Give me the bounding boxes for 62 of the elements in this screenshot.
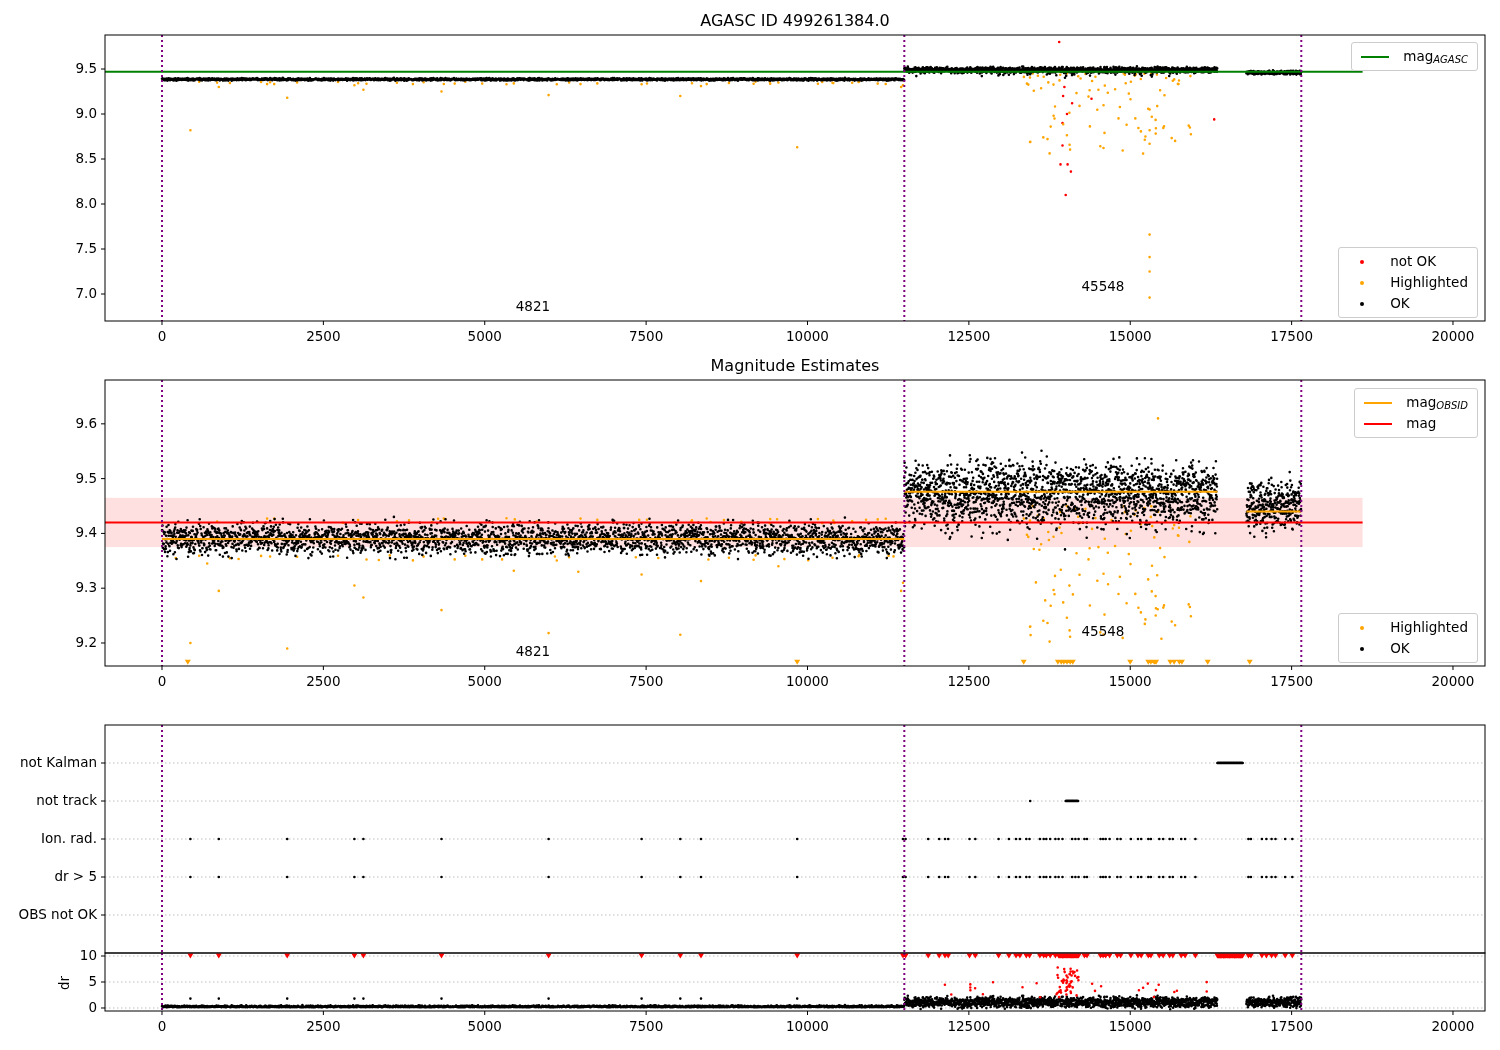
x-tick-label: 10000: [786, 328, 829, 344]
count-label: 4821: [515, 297, 551, 314]
x-tick-label: 0: [157, 673, 167, 689]
y-axis-ticks: [100, 955, 106, 1009]
y-tick-label: 0: [88, 999, 97, 1015]
x-tick-label: 0: [157, 328, 167, 344]
y-tick-label: 5: [88, 973, 97, 989]
x-tick-label: 20000: [1431, 1018, 1475, 1034]
count-label: 45548: [1081, 623, 1125, 640]
y-tick-label: OBS not OK: [18, 906, 97, 922]
x-tick-label: 5000: [467, 1018, 502, 1034]
legend-label: mag: [1406, 416, 1437, 431]
chart-title: Magnitude Estimates: [710, 355, 880, 375]
legend-label: mag$_{OBSID}$: [1406, 395, 1468, 410]
x-tick-label: 2500: [306, 328, 341, 344]
chart-title: AGASC ID 499261384.0: [700, 10, 890, 30]
legend-label: Highlighted: [1390, 620, 1468, 635]
y-tick-label: 9.4: [75, 524, 97, 541]
y-tick-label: 9.3: [75, 579, 97, 596]
x-tick-label: 7500: [628, 673, 664, 689]
count-label: 4821: [515, 642, 551, 659]
y-tick-label: 7.5: [75, 240, 97, 256]
legend-label: Highlighted: [1390, 275, 1468, 290]
y-tick-label: not track: [36, 792, 97, 808]
x-tick-label: 2500: [306, 673, 341, 689]
y-tick-label: 9.2: [75, 634, 97, 650]
x-tick-label: 7500: [628, 328, 664, 344]
y-axis-label: dr: [56, 975, 72, 991]
x-tick-label: 10000: [786, 673, 829, 689]
x-tick-label: 15000: [1108, 328, 1152, 344]
y-tick-label: 9.5: [75, 469, 97, 486]
x-tick-label: 15000: [1108, 1018, 1152, 1034]
x-tick-label: 12500: [947, 328, 991, 344]
x-tick-label: 20000: [1431, 673, 1475, 689]
x-tick-label: 17500: [1270, 673, 1314, 689]
y-tick-label: Ion. rad.: [40, 830, 97, 846]
x-tick-label: 17500: [1270, 328, 1314, 344]
x-tick-label: 15000: [1108, 673, 1152, 689]
y-tick-label: 9.6: [75, 414, 97, 431]
y-tick-label: 9.0: [75, 105, 97, 121]
x-tick-label: 20000: [1431, 328, 1475, 344]
y-tick-label: 10: [79, 947, 97, 963]
x-tick-label: 2500: [306, 1018, 341, 1034]
legend-label: mag$_{AGASC}$: [1403, 49, 1468, 64]
y-tick-label: 9.5: [75, 60, 97, 76]
x-tick-label: 10000: [786, 1018, 829, 1034]
x-tick-label: 5000: [467, 673, 502, 689]
x-tick-label: 12500: [947, 673, 991, 689]
y-tick-label: 8.0: [75, 195, 97, 211]
y-tick-label: dr > 5: [54, 868, 97, 884]
x-tick-label: 0: [157, 1018, 167, 1034]
x-tick-label: 7500: [628, 1018, 664, 1034]
legend-label: OK: [1390, 641, 1410, 656]
count-label: 45548: [1081, 277, 1125, 294]
x-tick-label: 5000: [467, 328, 502, 344]
y-tick-label: 8.5: [75, 150, 97, 166]
legend-label: OK: [1390, 296, 1410, 311]
legend-label: not OK: [1390, 254, 1437, 269]
x-tick-label: 12500: [947, 1018, 991, 1034]
y-tick-label: not Kalman: [19, 754, 97, 770]
x-tick-label: 17500: [1270, 1018, 1314, 1034]
y-tick-label: 7.0: [75, 285, 97, 301]
